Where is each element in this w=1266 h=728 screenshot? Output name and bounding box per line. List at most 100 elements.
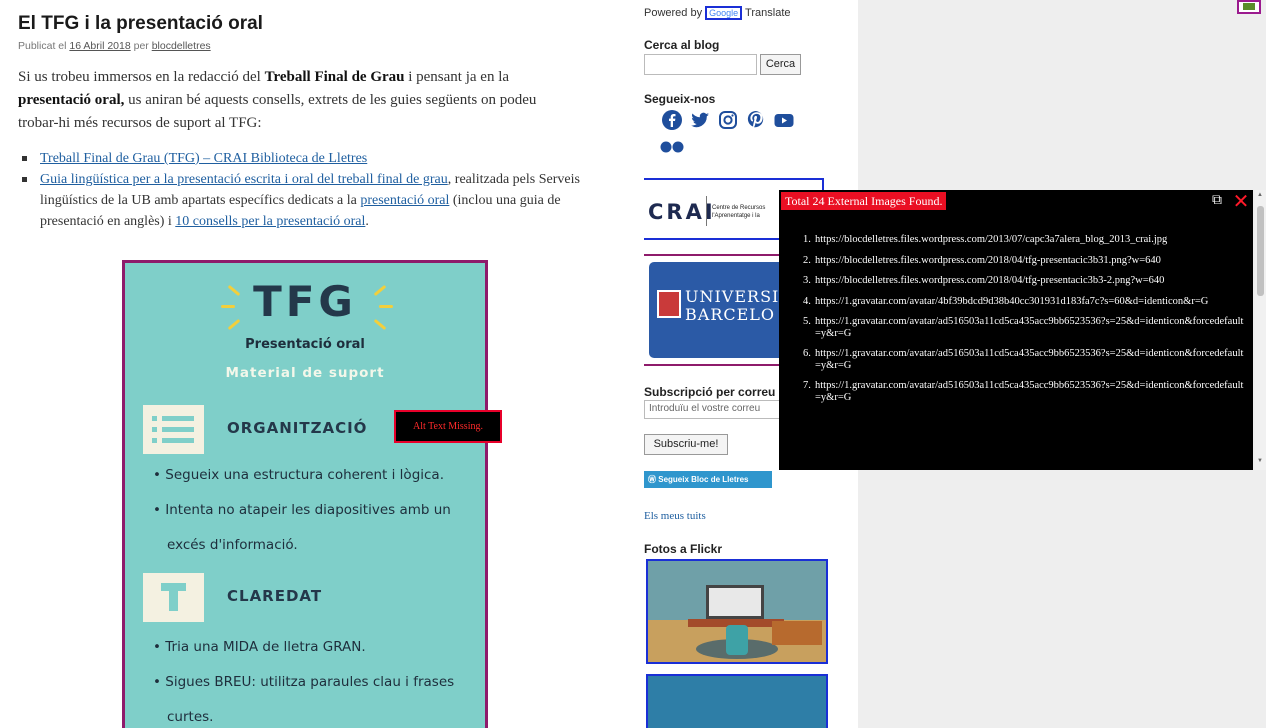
meta-prefix: Publicat el <box>18 40 70 52</box>
item-number: 3. <box>803 275 811 286</box>
wordpress-icon: Ⓦ <box>648 475 659 484</box>
close-icon[interactable]: ✕ <box>1231 191 1251 211</box>
intro-bold-2: presentació oral, <box>18 92 125 108</box>
powered-prefix: Powered by <box>644 7 706 19</box>
poster-bullet: • Intenta no atapeir les diapositives am… <box>153 502 451 518</box>
poster-bullet: curtes. <box>167 709 214 725</box>
image-url[interactable]: https://blocdelletres.files.wordpress.co… <box>815 275 1164 286</box>
list-item[interactable]: 5. https://1.gravatar.com/avatar/ad516503… <box>779 316 1249 339</box>
search-heading: Cerca al blog <box>644 38 720 52</box>
restore-icon[interactable]: ⧉ <box>1207 192 1227 210</box>
meta-mid: per <box>130 40 152 52</box>
list-item[interactable]: 2. https://blocdelletres.files.wordpress.… <box>779 255 1249 267</box>
image-icon[interactable] <box>1237 0 1261 14</box>
ub-name: UNIVERSIT BARCELO <box>685 288 791 324</box>
scroll-down-icon[interactable]: ▼ <box>1257 458 1263 464</box>
facebook-icon[interactable] <box>660 108 683 131</box>
resource-list: Treball Final de Grau (TFG) – CRAI Bibli… <box>18 148 598 232</box>
image-url[interactable]: https://1.gravatar.com/avatar/ad516503a1… <box>815 316 1243 339</box>
list-text: . <box>365 214 369 229</box>
image-url[interactable]: https://1.gravatar.com/avatar/ad516503a1… <box>815 348 1243 371</box>
crai-text-2: l'Aprenentatge i la <box>712 213 760 219</box>
guia-linguistica-link[interactable]: Guia lingüística per a la presentació es… <box>40 172 448 187</box>
photo-chair <box>726 625 748 655</box>
deu-consells-link[interactable]: 10 consells per la presentació oral <box>175 214 365 229</box>
panel-scrollbar[interactable]: ▲ ▼ <box>1255 190 1266 470</box>
list-item[interactable]: 3. https://blocdelletres.files.wordpress.… <box>779 275 1249 287</box>
follow-blog-label: Segueix Bloc de Lletres <box>658 475 749 484</box>
ub-shield-icon <box>657 290 681 318</box>
image-url[interactable]: https://1.gravatar.com/avatar/ad516503a1… <box>815 380 1243 403</box>
follow-blog-button[interactable]: Ⓦ Segueix Bloc de Lletres <box>644 471 772 488</box>
photo-shelf <box>772 621 822 645</box>
presentacio-oral-link[interactable]: presentació oral <box>360 193 449 208</box>
post-date-link[interactable]: 16 Abril 2018 <box>69 40 130 52</box>
item-number: 6. <box>803 348 811 359</box>
post-intro: Si us trobeu immersos en la redacció del… <box>18 66 578 135</box>
poster-bullet: excés d'informació. <box>167 537 298 553</box>
subscribe-email-input[interactable]: Introduïu el vostre correu <box>644 400 784 419</box>
panel-header: Total 24 External Images Found. ⧉ ✕ <box>779 190 1253 212</box>
social-icons <box>660 108 795 131</box>
flickr-photo[interactable] <box>646 559 828 664</box>
powered-by-google-translate: Powered by Google Translate <box>644 6 791 20</box>
tfg-infographic[interactable]: TFG Presentació oral Material de suport … <box>122 260 488 728</box>
twitter-icon[interactable] <box>688 108 711 131</box>
item-number: 7. <box>803 380 811 391</box>
translate-link[interactable]: Translate <box>742 7 790 19</box>
external-images-panel: Total 24 External Images Found. ⧉ ✕ 1. ht… <box>779 190 1253 470</box>
image-url[interactable]: https://1.gravatar.com/avatar/4bf39bdcd9… <box>815 296 1208 307</box>
poster-bullet: • Segueix una estructura coherent i lògi… <box>153 467 444 483</box>
intro-text-1: Si us trobeu immersos en la redacció del <box>18 69 265 85</box>
subscribe-button[interactable]: Subscriu-me! <box>644 434 728 455</box>
crai-tfg-link[interactable]: Treball Final de Grau (TFG) – CRAI Bibli… <box>40 151 367 166</box>
poster-bullet: • Tria una MIDA de lletra GRAN. <box>153 639 366 655</box>
scroll-up-icon[interactable]: ▲ <box>1257 192 1263 198</box>
item-number: 1. <box>803 234 811 245</box>
google-logo[interactable]: Google <box>705 6 743 20</box>
scroll-thumb[interactable] <box>1257 206 1264 296</box>
flickr-heading: Fotos a Flickr <box>644 542 723 556</box>
image-url[interactable]: https://blocdelletres.files.wordpress.co… <box>815 234 1167 245</box>
panel-title: Total 24 External Images Found. <box>781 192 947 210</box>
flickr-photo[interactable] <box>646 674 828 728</box>
list-icon <box>143 405 204 454</box>
text-icon <box>143 573 204 622</box>
item-number: 5. <box>803 316 811 327</box>
search-input[interactable] <box>644 54 757 75</box>
section-title-organitzacio: ORGANITZACIÓ <box>227 419 368 437</box>
flickr-icon[interactable] <box>660 140 686 159</box>
ub-line-2: BARCELO <box>685 305 776 324</box>
photo-screen <box>706 585 764 619</box>
alt-text-missing-badge: Alt Text Missing. <box>394 410 502 443</box>
list-item[interactable]: 6. https://1.gravatar.com/avatar/ad516503… <box>779 348 1249 371</box>
post-title: El TFG i la presentació oral <box>18 13 263 34</box>
follow-heading: Segueix-nos <box>644 92 716 106</box>
post-author-link[interactable]: blocdelletres <box>152 40 211 52</box>
list-item[interactable]: 7. https://1.gravatar.com/avatar/ad516503… <box>779 380 1249 403</box>
intro-bold-1: Treball Final de Grau <box>264 69 405 85</box>
list-item[interactable]: 1. https://blocdelletres.files.wordpress.… <box>779 234 1249 246</box>
crai-text-1: Centre de Recursos <box>712 205 766 211</box>
pinterest-icon[interactable] <box>744 108 767 131</box>
item-number: 4. <box>803 295 811 307</box>
intro-text-2: i pensant ja en la <box>404 69 510 85</box>
crai-text: Centre de Recursos l'Aprenentatge i la <box>712 204 765 220</box>
poster-title: TFG <box>253 277 357 326</box>
post-meta: Publicat el 16 Abril 2018 per blocdellet… <box>18 40 598 52</box>
poster-bullet: • Sigues BREU: utilitza paraules clau i … <box>153 674 455 690</box>
section-title-claredat: CLAREDAT <box>227 587 323 605</box>
youtube-icon[interactable] <box>772 108 795 131</box>
list-item[interactable]: 4. https://1.gravatar.com/avatar/4bf39bdc… <box>779 296 1249 308</box>
search-button[interactable]: Cerca <box>760 54 801 75</box>
subscribe-heading: Subscripció per correu <box>644 385 776 399</box>
image-url[interactable]: https://blocdelletres.files.wordpress.co… <box>815 255 1161 266</box>
instagram-icon[interactable] <box>716 108 739 131</box>
list-item: Treball Final de Grau (TFG) – CRAI Bibli… <box>18 148 583 169</box>
divider <box>706 196 707 226</box>
image-url-list: 1. https://blocdelletres.files.wordpress.… <box>779 234 1249 412</box>
poster-subtitle: Presentació oral <box>245 337 365 352</box>
poster-tagline: Material de suport <box>225 365 385 381</box>
list-item: Guia lingüística per a la presentació es… <box>18 169 583 232</box>
my-tweets-link[interactable]: Els meus tuits <box>644 510 706 522</box>
